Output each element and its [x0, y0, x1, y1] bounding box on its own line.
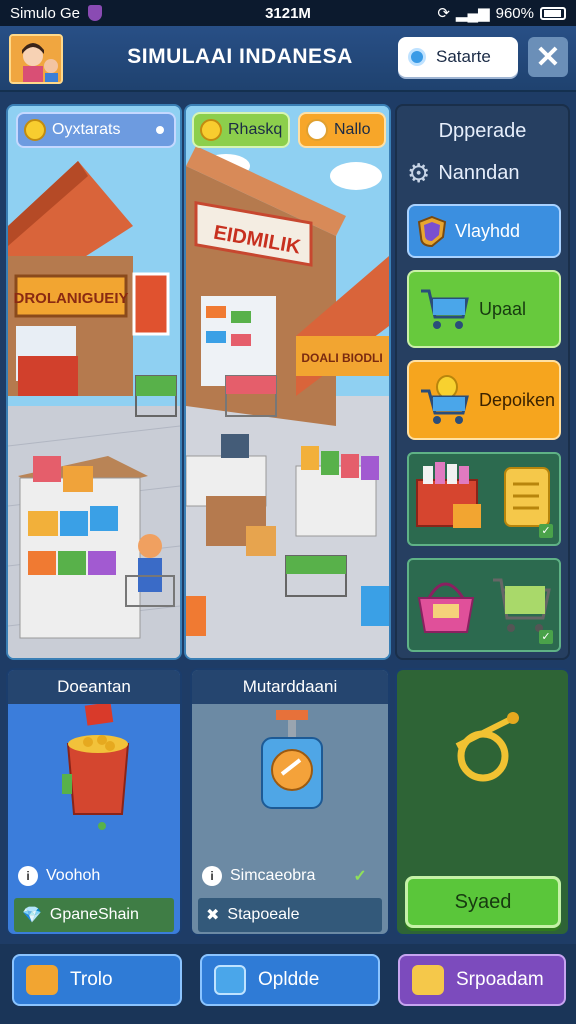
nav-shop-button[interactable]: Srpoadam: [398, 954, 566, 1006]
toolbox-icon: [26, 965, 58, 995]
card-marketplace-row-label: Simcaeobra: [230, 867, 316, 884]
header: SIMULAAI INDANESA Satarte ✕: [0, 26, 576, 92]
reward-pill[interactable]: Rhaskq: [192, 112, 290, 148]
nav-upgrade-button[interactable]: Opldde: [200, 954, 380, 1006]
tools-icon: ✖: [206, 907, 220, 924]
settings-row[interactable]: ⚙ Nanndan: [407, 160, 520, 186]
card-marketplace-title: Mutarddaani: [192, 670, 388, 704]
bonus-pill-label: Nallo: [334, 121, 371, 138]
carrier-label: Simulo Ge: [10, 4, 81, 22]
status-button-label: Satarte: [436, 47, 491, 66]
info-icon: i: [18, 866, 38, 886]
settings-label: Nanndan: [438, 161, 520, 184]
card-marketplace[interactable]: Mutarddaani i Simcaeobra ✓ ✖ Stapoeale: [190, 668, 390, 936]
coin-icon: [200, 119, 222, 141]
ring-icon: [455, 712, 519, 782]
card-inventory-row-label: Voohoh: [46, 867, 101, 884]
shop-sign-left: DROLANIGUEIY: [13, 290, 128, 307]
nav-shop-label: Srpoadam: [456, 969, 544, 990]
awning-sign: DOALI BIODLI: [301, 351, 382, 365]
bottom-nav: Trolo Opldde Srpoadam: [0, 944, 576, 1024]
card-save: Syaed: [395, 668, 570, 936]
basket-cart-icon: [417, 578, 551, 633]
shopping-cart-icon: [421, 289, 469, 329]
card-marketplace-row: i Simcaeobra ✓: [202, 866, 367, 886]
card-marketplace-strip-label: Stapoeale: [227, 906, 300, 923]
shop-bag-icon: [412, 965, 444, 995]
toggle-dot-icon: [156, 126, 164, 134]
gem-icon: 💎: [22, 907, 42, 924]
card-inventory-strip[interactable]: 💎 GpaneShain: [14, 898, 174, 932]
wifi-icon: ⟳: [437, 5, 450, 22]
card-inventory-strip-label: GpaneShain: [49, 906, 139, 923]
currency-pill[interactable]: Oyxtarats: [16, 112, 176, 148]
coin-icon: [24, 119, 46, 141]
battery-percent: 960%: [495, 4, 534, 22]
status-button[interactable]: Satarte: [398, 37, 518, 77]
item-tile-carts[interactable]: ✓: [407, 558, 561, 652]
card-inventory[interactable]: Doeantan i Voohoh 💎 GpaneShain: [6, 668, 182, 936]
shop-scene-left[interactable]: DROLANIGUEIY Oyxtarats: [6, 104, 182, 660]
upgrade-cart-label: Upaal: [479, 298, 527, 319]
shop-illustration-left: DROLANIGUEIY: [8, 106, 180, 658]
save-button[interactable]: Syaed: [405, 876, 561, 928]
vip-button[interactable]: Vlayhdd: [407, 204, 561, 258]
avatar[interactable]: [9, 34, 63, 84]
gear-icon: ⚙: [407, 158, 431, 188]
card-inventory-row: i Voohoh: [18, 866, 100, 886]
grocery-basket-icon: [416, 462, 550, 528]
check-icon: ✓: [539, 630, 553, 644]
upgrade-cart-button[interactable]: Upaal: [407, 270, 561, 348]
signal-icon: ▂▄▆: [455, 5, 490, 22]
check-icon: ✓: [539, 524, 553, 538]
currency-pill-label: Oyxtarats: [52, 121, 121, 138]
info-icon: i: [202, 866, 222, 886]
status-bar: Simulo Ge 3121M ⟳ ▂▄▆ 960%: [0, 0, 576, 26]
upgrade-panel: Dpperade ⚙ Nanndan Vlayhdd Upaal Depoike…: [395, 104, 570, 660]
close-button[interactable]: ✕: [528, 37, 568, 77]
cart-coin-icon: [421, 375, 469, 424]
deposit-button-label: Depoiken: [479, 389, 556, 410]
battery-icon: [540, 6, 566, 20]
item-tile-basket[interactable]: ✓: [407, 452, 561, 546]
reward-pill-label: Rhaskq: [228, 121, 283, 138]
scale-icon: [261, 710, 323, 809]
check-icon: ✓: [353, 868, 367, 885]
upgrade-title: Dpperade: [438, 120, 527, 142]
bonus-pill[interactable]: Nallo: [298, 112, 386, 148]
shield-icon: [417, 215, 447, 247]
shop-scene-main[interactable]: EIDMILIK DOALI BIODLI Rhaskq Nallo: [184, 104, 391, 660]
shop-illustration-main: EIDMILIK DOALI BIODLI: [186, 106, 389, 658]
card-inventory-title: Doeantan: [8, 670, 180, 704]
game-title: SIMULAAI INDANESA: [127, 45, 353, 68]
nav-upgrade-label: Opldde: [258, 969, 320, 990]
nav-tools-button[interactable]: Trolo: [12, 954, 182, 1006]
gift-icon: [306, 119, 328, 141]
deposit-button[interactable]: Depoiken: [407, 360, 561, 440]
vip-button-label: Vlayhdd: [455, 220, 521, 241]
upgrade-icon: [214, 965, 246, 995]
card-marketplace-strip[interactable]: ✖ Stapoeale: [198, 898, 382, 932]
status-icon: [408, 48, 426, 66]
bucket-icon: [62, 704, 130, 830]
shield-icon: [88, 5, 103, 21]
nav-tools-label: Trolo: [70, 969, 113, 990]
